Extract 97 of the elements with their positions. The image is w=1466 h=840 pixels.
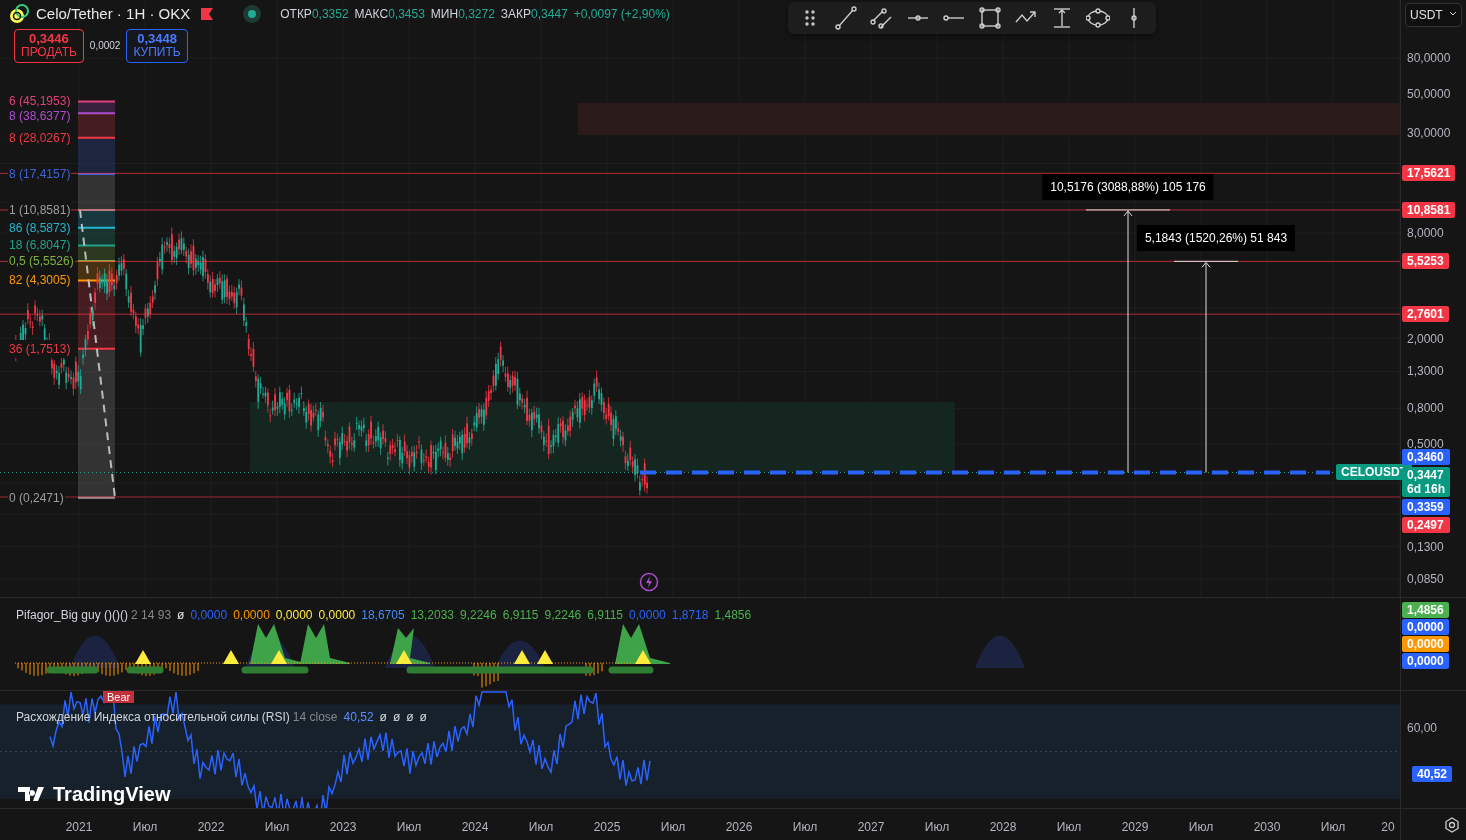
price-level-tag: 17,5621	[1402, 165, 1456, 182]
price-change: +0,0097 (+2,90%)	[573, 6, 670, 24]
ohlc-value: 0,3447	[531, 6, 568, 24]
coin-icon	[8, 3, 30, 26]
ohlc-label: ЗАКР	[500, 6, 532, 24]
time-tick: Июл	[924, 819, 950, 836]
ohlc-label: МИН	[430, 6, 459, 24]
indicator-value-tag: 0,0000	[1402, 653, 1449, 669]
time-tick: 2021	[65, 819, 93, 836]
price-tick: 80,0000	[1407, 49, 1451, 67]
fib-level-label: 8 (38,6377)	[8, 107, 72, 126]
indicator-name: Pifagor_Big guy ()()()	[16, 607, 129, 624]
time-tick: 2024	[461, 819, 489, 836]
parallel-lines-icon[interactable]	[870, 6, 894, 30]
price-tick: 0,1300	[1407, 538, 1444, 556]
time-tick: 2022	[197, 819, 225, 836]
buy-button[interactable]: 0,3448 КУПИТЬ	[126, 28, 188, 64]
ohlc-label: МАКС	[354, 6, 389, 24]
price-tick: 2,0000	[1407, 330, 1444, 348]
logo-text: TradingView	[53, 782, 171, 807]
time-tick: 2028	[989, 819, 1017, 836]
indicator-value: 1,8718	[671, 607, 709, 624]
indicator-value: 0,0000	[190, 607, 228, 624]
time-tick: 2025	[593, 819, 621, 836]
indicator-value: 9,2246	[544, 607, 582, 624]
price-level-tag: 5,5253	[1402, 253, 1449, 270]
indicator-value-tag: 0,0000	[1402, 636, 1449, 652]
rsi-value-tag: 40,52	[1411, 765, 1452, 782]
price-tag: 0,3460	[1402, 449, 1450, 465]
measure-label: 5,1843 (1520,26%) 51 843	[1136, 225, 1296, 252]
sell-button[interactable]: 0,3446 ПРОДАТЬ	[14, 28, 84, 64]
spread-value: 0,0002	[89, 39, 121, 54]
indicator-value: 6,9115	[587, 607, 624, 624]
indicator-params: 14 close	[292, 709, 338, 726]
price-tag: 0,2497	[1402, 517, 1450, 533]
indicator-value: 18,6705	[361, 607, 405, 624]
price-tick: 0,8000	[1407, 400, 1444, 418]
indicator-value: 0,0000	[318, 607, 356, 624]
indicator-value-tag: 0,0000	[1402, 619, 1449, 635]
indicator-value: ø	[419, 709, 427, 726]
indicator-value: 6,9115	[502, 607, 539, 624]
time-tick: Июл	[264, 819, 290, 836]
time-tick: Июл	[132, 819, 158, 836]
lightning-icon[interactable]	[639, 572, 659, 592]
measure-label: 10,5176 (3088,88%) 105 176	[1042, 173, 1214, 200]
bear-label: Bear	[103, 691, 135, 703]
price-level-tag: 10,8581	[1402, 201, 1456, 218]
time-tick: Июл	[660, 819, 686, 836]
ohlc-value: 0,3352	[311, 6, 349, 24]
price-tick: 8,0000	[1407, 225, 1444, 243]
price-tag: 0,3359	[1402, 499, 1450, 515]
time-tick: Июл	[1320, 819, 1346, 836]
price-tick: 30,0000	[1407, 124, 1451, 142]
indicator-value: 0,0000	[275, 607, 313, 624]
ellipse-icon[interactable]	[1086, 6, 1110, 30]
fib-level-label: 36 (1,7513)	[8, 339, 72, 358]
indicator-value: 0,0000	[629, 607, 666, 624]
ohlc-value: 0,3272	[458, 6, 495, 24]
time-tick: 2023	[329, 819, 357, 836]
indicator-value: 1,4856	[714, 607, 752, 624]
rsi-tick: 60,00	[1407, 720, 1438, 737]
price-tick: 50,0000	[1407, 85, 1451, 103]
time-tick: Июл	[1188, 819, 1214, 836]
indicator-value: 13,2033	[410, 607, 454, 624]
time-tick: Июл	[396, 819, 422, 836]
price-tick: 0,5000	[1407, 436, 1444, 452]
currency-dropdown[interactable]: USDT	[1405, 3, 1462, 27]
indicator-value: ø	[392, 709, 401, 726]
chart-title: Celo/Tether · 1H · OKX	[36, 4, 191, 24]
time-tick: 20	[1381, 819, 1395, 836]
status-dot-icon	[242, 4, 263, 25]
indicator-params: 2 14 93	[131, 607, 172, 624]
settings-icon[interactable]	[1444, 816, 1460, 833]
trend-line-icon[interactable]	[834, 6, 858, 30]
caret-icon	[1449, 10, 1457, 18]
ohlc-label: ОТКР	[280, 6, 312, 24]
indicator-value: ø	[406, 709, 414, 726]
indicator-value: ø	[177, 607, 185, 624]
indicator-value-tag: 1,4856	[1402, 602, 1449, 618]
indicator-value: 40,52	[343, 709, 374, 726]
price-tick: 1,3000	[1407, 363, 1444, 381]
time-tick: Июл	[1056, 819, 1082, 836]
indicator-value: 0,0000	[233, 607, 270, 624]
time-tick: 2026	[725, 819, 753, 836]
ohlc-value: 0,3453	[388, 6, 425, 24]
price-tick: 0,0850	[1407, 570, 1444, 588]
rectangle-icon[interactable]	[978, 6, 1002, 30]
time-tick: 2030	[1253, 819, 1281, 836]
time-tick: 2029	[1121, 819, 1149, 836]
flag-icon[interactable]	[200, 7, 215, 22]
time-tick: Июл	[792, 819, 818, 836]
fib-level-label: 1 (10,8581)	[8, 200, 72, 219]
indicator-value: ø	[379, 709, 387, 726]
price-level-tag: 2,7601	[1402, 306, 1449, 323]
indicator-value: 9,2246	[460, 607, 497, 624]
time-tick: Июл	[528, 819, 554, 836]
time-tick: 2027	[857, 819, 885, 836]
